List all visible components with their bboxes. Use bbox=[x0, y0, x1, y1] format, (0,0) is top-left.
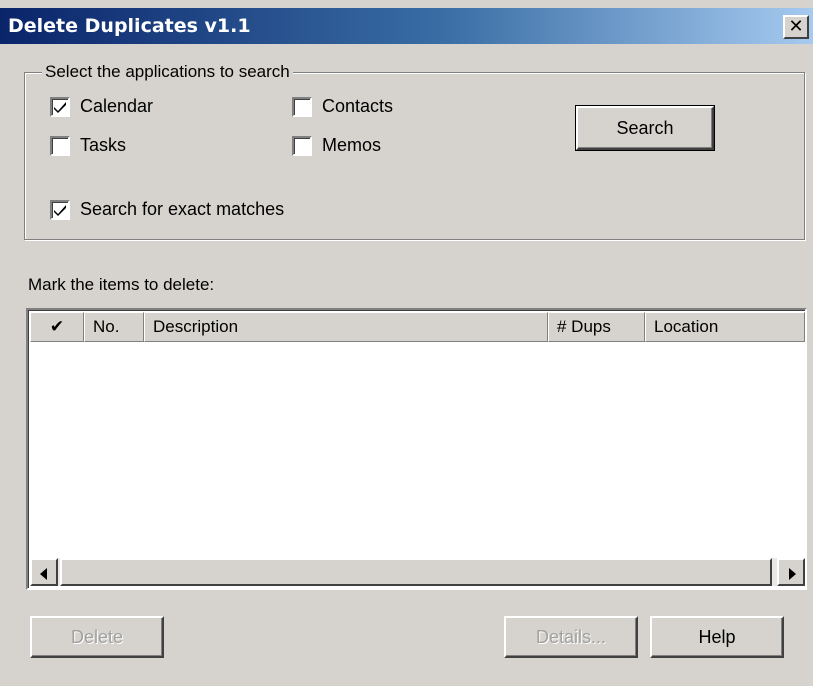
horizontal-scrollbar[interactable] bbox=[30, 558, 805, 586]
column-header-location-label: Location bbox=[654, 317, 719, 336]
calendar-label: Calendar bbox=[80, 96, 154, 116]
search-button[interactable]: Search bbox=[575, 105, 715, 151]
checkmark-icon bbox=[54, 101, 66, 113]
close-button[interactable]: ✕ bbox=[783, 15, 809, 39]
tasks-label: Tasks bbox=[80, 135, 127, 155]
search-button-label: Search bbox=[616, 117, 674, 138]
checkmark-icon bbox=[54, 204, 66, 216]
column-header-location[interactable]: Location bbox=[645, 312, 805, 342]
calendar-check-box[interactable] bbox=[50, 96, 70, 117]
exact-match-label: Search for exact matches bbox=[80, 199, 285, 219]
delete-duplicates-dialog: Delete Duplicates v1.1 ✕ Select the appl… bbox=[0, 0, 813, 686]
column-header-description[interactable]: Description bbox=[144, 312, 548, 342]
scroll-left-button[interactable] bbox=[30, 558, 58, 586]
details-button[interactable]: Details... bbox=[504, 616, 638, 658]
list-header: ✔ No. Description # Dups Location bbox=[30, 312, 805, 342]
help-button-label: Help bbox=[698, 626, 736, 647]
left-arrow-icon bbox=[40, 568, 47, 580]
tasks-check-box[interactable] bbox=[50, 135, 70, 156]
list-body[interactable] bbox=[30, 342, 805, 554]
duplicates-list[interactable]: ✔ No. Description # Dups Location bbox=[26, 308, 807, 590]
column-header-dups[interactable]: # Dups bbox=[548, 312, 645, 342]
tasks-checkbox[interactable]: Tasks bbox=[50, 135, 126, 156]
exact-match-check-box[interactable] bbox=[50, 199, 70, 220]
memos-label: Memos bbox=[322, 135, 382, 155]
check-column-icon: ✔ bbox=[49, 317, 65, 336]
exact-match-checkbox[interactable]: Search for exact matches bbox=[50, 199, 284, 220]
contacts-checkbox[interactable]: Contacts bbox=[292, 96, 393, 117]
column-header-description-label: Description bbox=[153, 317, 239, 336]
memos-check-box[interactable] bbox=[292, 135, 312, 156]
contacts-check-box[interactable] bbox=[292, 96, 312, 117]
column-header-dups-label: # Dups bbox=[557, 317, 611, 336]
column-header-number-label: No. bbox=[93, 317, 120, 336]
details-button-label: Details... bbox=[535, 626, 607, 647]
applications-group-legend: Select the applications to search bbox=[42, 62, 293, 82]
delete-button-label: Delete bbox=[70, 626, 124, 647]
contacts-label: Contacts bbox=[322, 96, 394, 116]
title-bar[interactable]: Delete Duplicates v1.1 ✕ bbox=[0, 8, 813, 44]
items-section-label: Mark the items to delete: bbox=[28, 275, 215, 294]
right-arrow-icon bbox=[789, 568, 796, 580]
memos-checkbox[interactable]: Memos bbox=[292, 135, 381, 156]
column-header-check[interactable]: ✔ bbox=[30, 312, 84, 342]
scroll-right-button[interactable] bbox=[777, 558, 805, 586]
delete-button[interactable]: Delete bbox=[30, 616, 164, 658]
help-button[interactable]: Help bbox=[650, 616, 784, 658]
close-icon: ✕ bbox=[788, 16, 804, 37]
column-header-number[interactable]: No. bbox=[84, 312, 144, 342]
window-title: Delete Duplicates v1.1 bbox=[8, 15, 251, 37]
scrollbar-thumb[interactable] bbox=[60, 558, 772, 586]
calendar-checkbox[interactable]: Calendar bbox=[50, 96, 153, 117]
